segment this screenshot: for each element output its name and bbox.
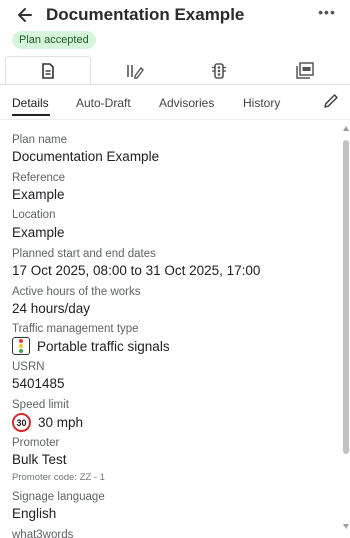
tab-advisories[interactable]: Advisories: [159, 96, 214, 110]
tab-auto-draft-text[interactable]: Auto-Draft: [76, 96, 131, 110]
icon-tab-divider: [0, 84, 350, 85]
dates-value: 17 Oct 2025, 08:00 to 31 Oct 2025, 17:00: [12, 263, 261, 278]
plan-name-label: Plan name: [12, 134, 67, 146]
scroll-thumb[interactable]: [343, 140, 349, 454]
reference-value: Example: [12, 187, 65, 202]
usrn-value: 5401485: [12, 376, 65, 391]
traffic-type-row: Portable traffic signals: [12, 337, 170, 355]
tab-pdf[interactable]: [262, 56, 348, 85]
traffic-type-label: Traffic management type: [12, 323, 139, 335]
back-button[interactable]: [14, 4, 36, 26]
speed-limit-value: 30 mph: [38, 415, 84, 430]
scroll-up-arrow-icon[interactable]: [343, 126, 349, 131]
status-badge: Plan accepted: [12, 31, 96, 49]
speed-limit-label: Speed limit: [12, 399, 69, 411]
app-header: Documentation Example •••: [0, 0, 350, 30]
location-value: Example: [12, 225, 65, 240]
pdf-icon: [296, 62, 314, 79]
tab-auto-draft[interactable]: [92, 56, 178, 85]
reference-label: Reference: [12, 172, 66, 184]
traffic-light-icon: [12, 337, 30, 355]
hours-value: 24 hours/day: [12, 301, 91, 316]
edit-button[interactable]: [322, 92, 340, 110]
active-tab-indicator: [12, 114, 50, 116]
location-label: Location: [12, 209, 56, 221]
pencil-icon: [324, 94, 338, 108]
more-options-button[interactable]: •••: [316, 5, 338, 25]
tab-signals[interactable]: [176, 56, 262, 85]
scrollbar[interactable]: [342, 122, 350, 536]
usrn-label: USRN: [12, 361, 45, 373]
promoter-label: Promoter: [12, 437, 60, 449]
promoter-value: Bulk Test: [12, 452, 67, 467]
tab-divider: [0, 119, 350, 120]
more-horizontal-icon: •••: [318, 4, 336, 20]
scroll-down-arrow-icon[interactable]: [343, 524, 349, 529]
traffic-type-value: Portable traffic signals: [37, 338, 170, 354]
tab-details[interactable]: Details: [12, 96, 49, 110]
signage-language-value: English: [12, 506, 57, 521]
hours-label: Active hours of the works: [12, 286, 141, 298]
speed-limit-row: 30 30 mph: [12, 413, 83, 432]
icon-tab-bar: [0, 56, 350, 85]
tab-document[interactable]: [5, 56, 91, 85]
page-title: Documentation Example: [46, 5, 245, 24]
text-tab-bar: Details Auto-Draft Advisories History: [0, 92, 350, 118]
tab-history[interactable]: History: [243, 96, 280, 110]
promoter-code: Promoter code: ZZ - 1: [12, 472, 105, 483]
edit-columns-icon: [127, 64, 144, 79]
signage-language-label: Signage language: [12, 491, 105, 503]
speed-limit-sign-icon: 30: [12, 413, 31, 432]
what3words-label: what3words: [12, 529, 74, 538]
plan-name-value: Documentation Example: [12, 149, 160, 164]
arrow-left-icon: [18, 8, 32, 22]
traffic-signal-icon: [212, 62, 226, 79]
document-icon: [42, 63, 54, 79]
dates-label: Planned start and end dates: [12, 248, 156, 260]
